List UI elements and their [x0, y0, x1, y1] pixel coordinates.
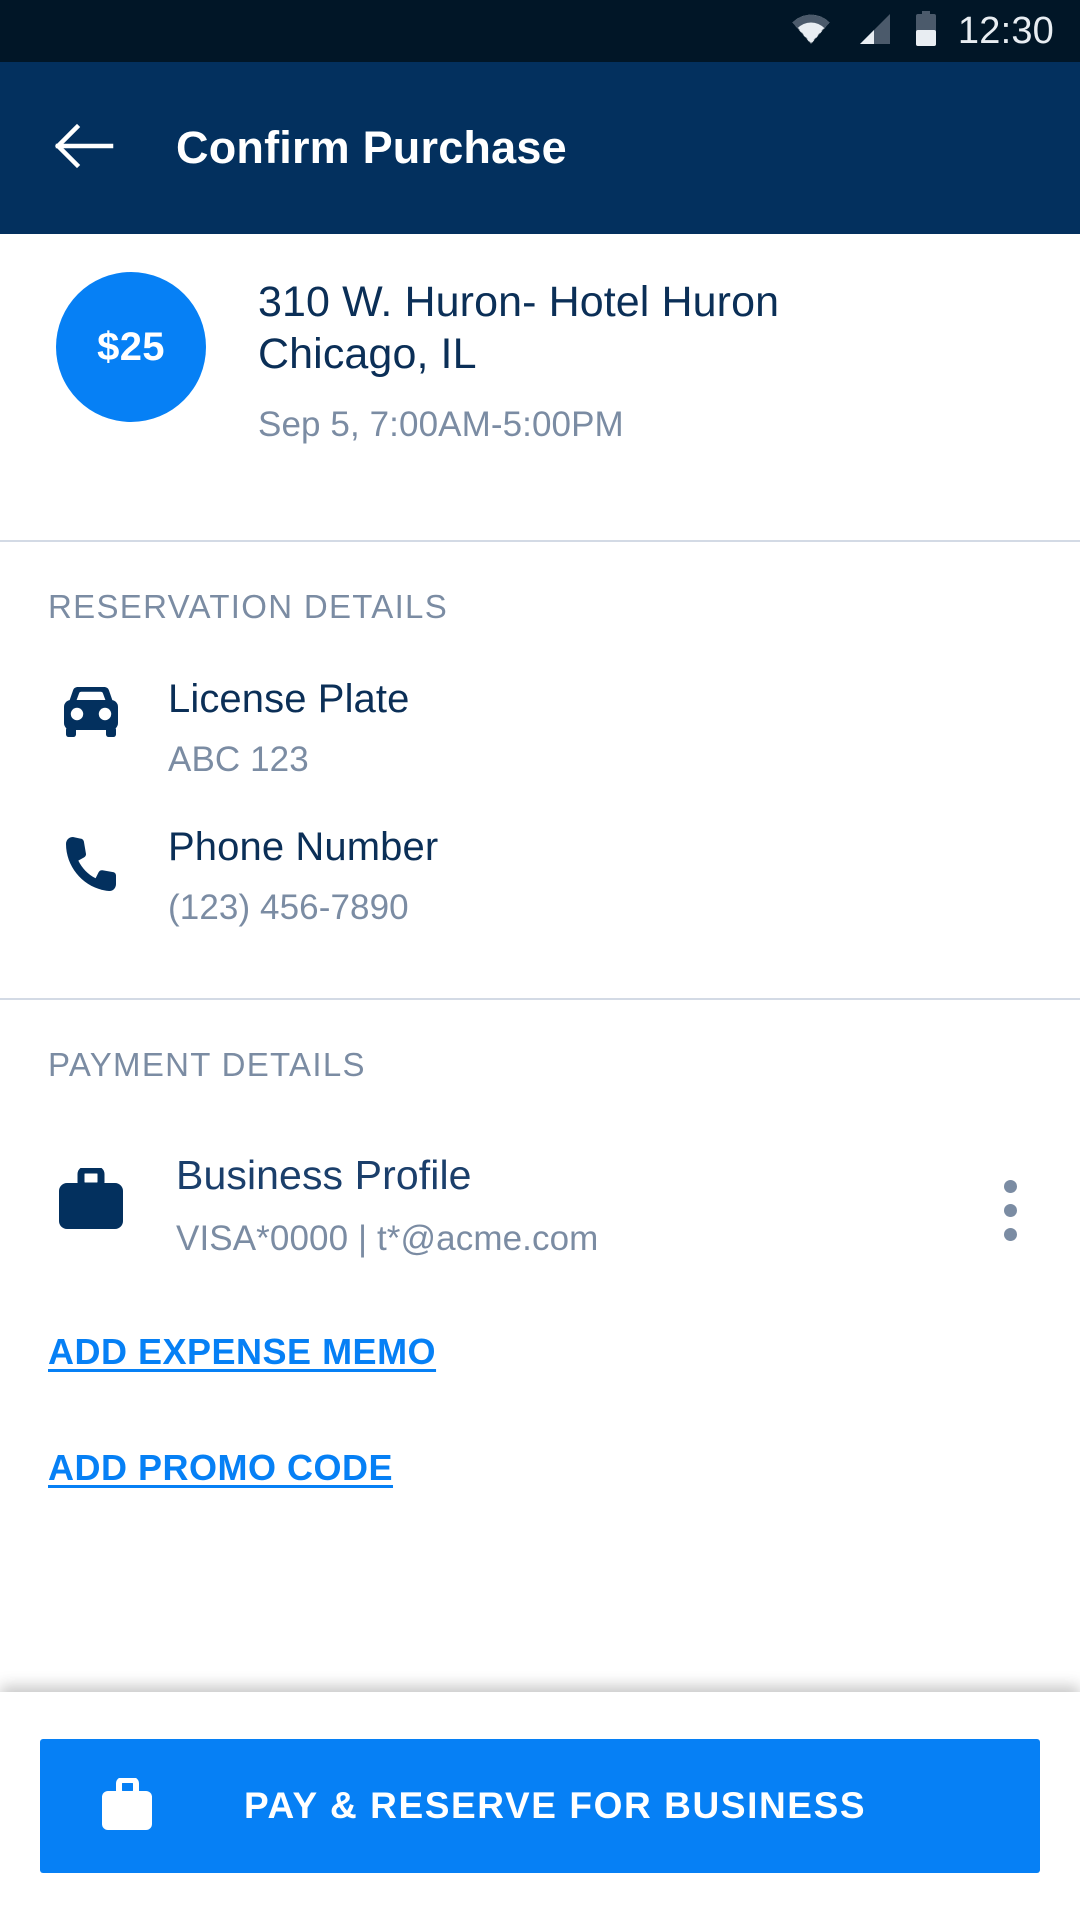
phone-icon: [48, 824, 134, 896]
reservation-summary: $25 310 W. Huron- Hotel Huron Chicago, I…: [0, 234, 1080, 540]
detail-row-license-plate[interactable]: License Plate ABC 123: [48, 632, 1040, 780]
phone-number-label: Phone Number: [168, 824, 1040, 870]
pay-and-reserve-label: PAY & RESERVE FOR BUSINESS: [244, 1785, 866, 1827]
footer-bar: PAY & RESERVE FOR BUSINESS: [0, 1692, 1080, 1920]
phone-number-text: Phone Number (123) 456-7890: [168, 824, 1040, 928]
license-plate-text: License Plate ABC 123: [168, 676, 1040, 780]
cellular-signal-icon: [854, 13, 892, 50]
reservation-schedule: Sep 5, 7:00AM-5:00PM: [258, 405, 1040, 445]
location-name: 310 W. Huron- Hotel Huron Chicago, IL: [258, 276, 938, 381]
detail-row-phone-number[interactable]: Phone Number (123) 456-7890: [48, 780, 1040, 928]
confirm-purchase-screen: 12:30 Confirm Purchase $25 310 W. Huron-…: [0, 0, 1080, 1920]
pay-and-reserve-button[interactable]: PAY & RESERVE FOR BUSINESS: [40, 1739, 1040, 1873]
back-arrow-icon: [55, 121, 115, 176]
add-expense-memo-link[interactable]: ADD EXPENSE MEMO: [48, 1331, 436, 1373]
overflow-dot: [1004, 1228, 1017, 1241]
reservation-details-section: RESERVATION DETAILS License Plate: [0, 542, 1080, 998]
status-bar-time: 12:30: [958, 12, 1054, 50]
content-area: $25 310 W. Huron- Hotel Huron Chicago, I…: [0, 234, 1080, 1489]
payment-details-section: PAYMENT DETAILS Business Profile VISA*00…: [0, 1000, 1080, 1259]
payment-profile-row[interactable]: Business Profile VISA*0000 | t*@acme.com: [48, 1090, 1040, 1259]
overflow-dot: [1004, 1204, 1017, 1217]
car-icon: [48, 676, 134, 744]
reservation-details-header: RESERVATION DETAILS: [48, 542, 1040, 632]
status-bar-icons: [790, 11, 938, 52]
app-bar: Confirm Purchase: [0, 62, 1080, 234]
license-plate-label: License Plate: [168, 676, 1040, 722]
payment-details-header: PAYMENT DETAILS: [48, 1000, 1040, 1090]
price-badge: $25: [56, 272, 206, 422]
briefcase-icon: [98, 1778, 156, 1834]
briefcase-icon: [48, 1152, 134, 1234]
status-bar: 12:30: [0, 0, 1080, 62]
add-promo-code-link[interactable]: ADD PROMO CODE: [48, 1447, 393, 1489]
phone-number-value: (123) 456-7890: [168, 888, 1040, 928]
summary-text-block: 310 W. Huron- Hotel Huron Chicago, IL Se…: [258, 272, 1040, 445]
page-title: Confirm Purchase: [176, 122, 567, 174]
license-plate-value: ABC 123: [168, 740, 1040, 780]
wifi-icon: [790, 13, 832, 50]
battery-icon: [914, 11, 938, 52]
payment-profile-meta: VISA*0000 | t*@acme.com: [176, 1219, 980, 1259]
add-promo-code-wrapper: ADD PROMO CODE: [0, 1373, 1080, 1489]
payment-profile-name: Business Profile: [176, 1152, 980, 1199]
overflow-dot: [1004, 1180, 1017, 1193]
back-button[interactable]: [52, 115, 118, 181]
payment-profile-text: Business Profile VISA*0000 | t*@acme.com: [176, 1152, 980, 1259]
more-vertical-icon[interactable]: [980, 1152, 1040, 1241]
add-expense-memo-wrapper: ADD EXPENSE MEMO: [0, 1259, 1080, 1373]
